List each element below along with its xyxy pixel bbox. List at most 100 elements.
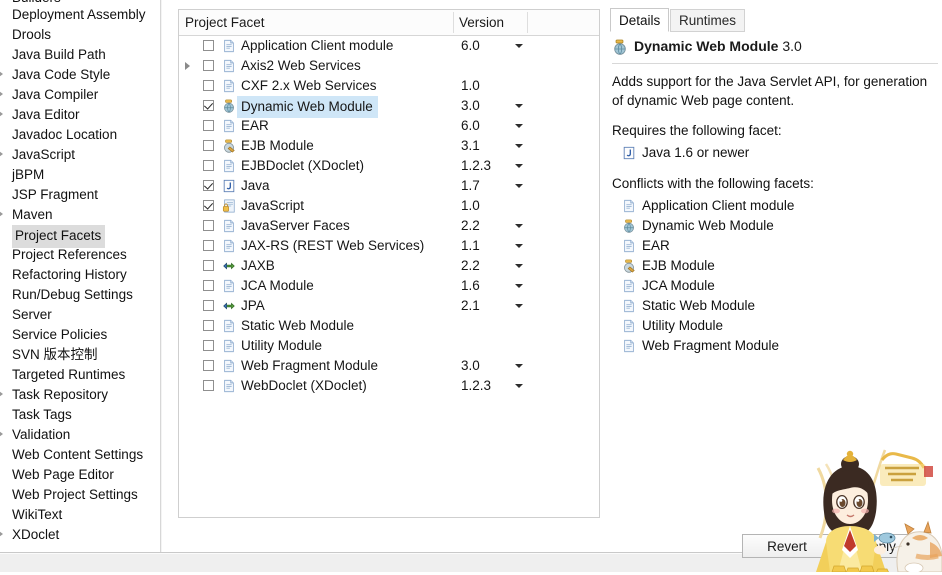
chevron-down-icon[interactable] (515, 184, 523, 188)
table-row[interactable]: JAX-RS (REST Web Services)1.1 (179, 236, 599, 256)
facet-checkbox[interactable] (203, 160, 214, 171)
facet-version[interactable]: 6.0 (461, 116, 480, 136)
sidebar-item-javadoc-location[interactable]: Javadoc Location (0, 125, 160, 145)
facet-version[interactable]: 1.1 (461, 236, 480, 256)
sidebar-item-web-project-settings[interactable]: Web Project Settings (0, 485, 160, 505)
facet-checkbox[interactable] (203, 380, 214, 391)
facet-checkbox[interactable] (203, 320, 214, 331)
facet-version[interactable]: 1.2.3 (461, 156, 491, 176)
table-row[interactable]: WebDoclet (XDoclet)1.2.3 (179, 376, 599, 396)
table-row[interactable]: EJB Module3.1 (179, 136, 599, 156)
chevron-down-icon[interactable] (515, 244, 523, 248)
sidebar-item-java-editor[interactable]: Java Editor (0, 105, 160, 125)
table-row[interactable]: JPA2.1 (179, 296, 599, 316)
table-row[interactable]: Axis2 Web Services (179, 56, 599, 76)
table-row[interactable]: Java1.7 (179, 176, 599, 196)
facet-version[interactable]: 1.7 (461, 176, 480, 196)
apply-button[interactable]: Apply (834, 534, 924, 558)
facet-checkbox[interactable] (203, 240, 214, 251)
facet-checkbox[interactable] (203, 260, 214, 271)
facet-version[interactable]: 3.0 (461, 356, 480, 376)
facet-checkbox[interactable] (203, 60, 214, 71)
chevron-down-icon[interactable] (515, 224, 523, 228)
table-row[interactable]: JAXB2.2 (179, 256, 599, 276)
chevron-right-icon[interactable] (0, 391, 3, 397)
sidebar-item-run-debug-settings[interactable]: Run/Debug Settings (0, 285, 160, 305)
facet-version[interactable]: 1.6 (461, 276, 480, 296)
chevron-right-icon[interactable] (0, 151, 3, 157)
chevron-down-icon[interactable] (515, 144, 523, 148)
table-row[interactable]: Static Web Module (179, 316, 599, 336)
sidebar-item-svn[interactable]: SVN 版本控制 (0, 345, 160, 365)
facet-checkbox[interactable] (203, 40, 214, 51)
sidebar-item-jsp-fragment[interactable]: JSP Fragment (0, 185, 160, 205)
chevron-right-icon[interactable] (185, 62, 190, 70)
chevron-down-icon[interactable] (515, 164, 523, 168)
facet-version[interactable]: 6.0 (461, 36, 480, 56)
sidebar-item-validation[interactable]: Validation (0, 425, 160, 445)
details-tabstrip[interactable]: Details Runtimes (610, 8, 942, 32)
preferences-tree[interactable]: Builders Deployment AssemblyDroolsJava B… (0, 0, 160, 552)
facet-checkbox[interactable] (203, 80, 214, 91)
sidebar-item-web-content-settings[interactable]: Web Content Settings (0, 445, 160, 465)
column-header-version[interactable]: Version (459, 10, 504, 35)
facet-version[interactable]: 2.2 (461, 256, 480, 276)
facet-checkbox[interactable] (203, 280, 214, 291)
facet-checkbox[interactable] (203, 120, 214, 131)
sidebar-item-task-tags[interactable]: Task Tags (0, 405, 160, 425)
sidebar-item-drools[interactable]: Drools (0, 25, 160, 45)
sidebar-item-task-repository[interactable]: Task Repository (0, 385, 160, 405)
column-header-facet[interactable]: Project Facet (185, 10, 265, 35)
chevron-right-icon[interactable] (0, 211, 3, 217)
sidebar-item-java-build-path[interactable]: Java Build Path (0, 45, 160, 65)
facet-version[interactable]: 2.1 (461, 296, 480, 316)
chevron-right-icon[interactable] (0, 431, 3, 437)
project-facets-table[interactable]: Project Facet Version Application Client… (178, 9, 600, 518)
sidebar-item-web-page-editor[interactable]: Web Page Editor (0, 465, 160, 485)
table-row[interactable]: Application Client module6.0 (179, 36, 599, 56)
chevron-down-icon[interactable] (515, 364, 523, 368)
table-row[interactable]: Utility Module (179, 336, 599, 356)
sidebar-item-project-facets[interactable]: Project Facets (0, 225, 160, 245)
tab-runtimes[interactable]: Runtimes (670, 9, 745, 32)
facet-checkbox[interactable] (203, 200, 214, 211)
chevron-down-icon[interactable] (515, 284, 523, 288)
chevron-down-icon[interactable] (515, 124, 523, 128)
table-row[interactable]: CXF 2.x Web Services1.0 (179, 76, 599, 96)
facet-checkbox[interactable] (203, 360, 214, 371)
sidebar-item-maven[interactable]: Maven (0, 205, 160, 225)
sidebar-item-deployment-assembly[interactable]: Deployment Assembly (0, 5, 160, 25)
facet-checkbox[interactable] (203, 100, 214, 111)
sidebar-item-refactoring-history[interactable]: Refactoring History (0, 265, 160, 285)
chevron-down-icon[interactable] (515, 304, 523, 308)
facet-version[interactable]: 3.0 (461, 96, 480, 116)
chevron-down-icon[interactable] (515, 104, 523, 108)
sidebar-item-jbpm[interactable]: jBPM (0, 165, 160, 185)
chevron-down-icon[interactable] (515, 44, 523, 48)
facet-checkbox[interactable] (203, 340, 214, 351)
table-row[interactable]: Web Fragment Module3.0 (179, 356, 599, 376)
table-row[interactable]: JavaScript1.0 (179, 196, 599, 216)
chevron-down-icon[interactable] (515, 264, 523, 268)
facet-checkbox[interactable] (203, 180, 214, 191)
sidebar-item-targeted-runtimes[interactable]: Targeted Runtimes (0, 365, 160, 385)
sidebar-item-wikitext[interactable]: WikiText (0, 505, 160, 525)
revert-button[interactable]: Revert (742, 534, 832, 558)
chevron-down-icon[interactable] (515, 384, 523, 388)
chevron-right-icon[interactable] (0, 531, 3, 537)
facet-version[interactable]: 2.2 (461, 216, 480, 236)
facet-version[interactable]: 1.0 (461, 76, 480, 96)
sidebar-item-service-policies[interactable]: Service Policies (0, 325, 160, 345)
sidebar-item-java-compiler[interactable]: Java Compiler (0, 85, 160, 105)
sidebar-item-server[interactable]: Server (0, 305, 160, 325)
sidebar-item-javascript[interactable]: JavaScript (0, 145, 160, 165)
table-row[interactable]: EAR6.0 (179, 116, 599, 136)
chevron-right-icon[interactable] (0, 91, 3, 97)
table-row[interactable]: EJBDoclet (XDoclet)1.2.3 (179, 156, 599, 176)
facet-version[interactable]: 1.0 (461, 196, 480, 216)
sidebar-item-project-references[interactable]: Project References (0, 245, 160, 265)
table-row[interactable]: JCA Module1.6 (179, 276, 599, 296)
chevron-right-icon[interactable] (0, 71, 3, 77)
facet-checkbox[interactable] (203, 300, 214, 311)
facet-checkbox[interactable] (203, 140, 214, 151)
